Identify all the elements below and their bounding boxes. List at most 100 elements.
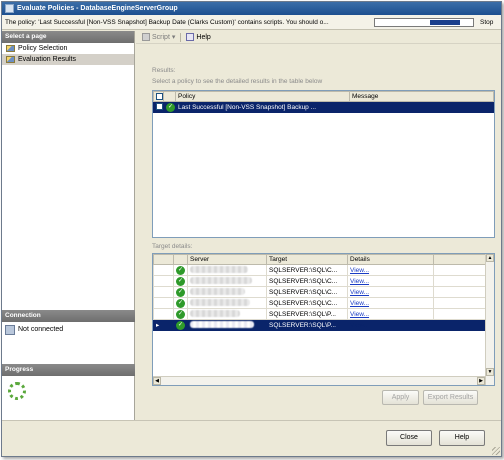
results-grid[interactable]: Policy Message ✓ Last Successful [Non-VS… xyxy=(152,90,495,238)
right-pane: Script ▾ Help Results: Select a policy t… xyxy=(136,31,501,420)
select-page-header: Select a page xyxy=(2,31,134,43)
chevron-down-icon: ▾ xyxy=(171,34,176,41)
scroll-right-icon[interactable]: ▶ xyxy=(477,377,485,385)
help-toolbar-button[interactable]: Help xyxy=(184,32,212,43)
redacted-server-name xyxy=(190,266,248,274)
target-cell: SQLSERVER:\SQL\P... xyxy=(266,319,348,331)
policy-column-header[interactable]: Policy xyxy=(175,91,350,102)
table-row[interactable]: ✓ SQLSERVER:\SQL\C... View... xyxy=(153,286,494,298)
dialog-button-bar: Close Help xyxy=(2,420,501,456)
stop-button[interactable]: Stop xyxy=(480,15,493,30)
details-column-header[interactable]: Details xyxy=(347,254,434,265)
progress-fill xyxy=(430,20,460,25)
target-details-label: Target details: xyxy=(152,243,193,250)
select-all-header[interactable] xyxy=(153,91,164,102)
view-details-link[interactable]: View... xyxy=(350,267,369,274)
target-column-header[interactable]: Target xyxy=(266,254,348,265)
horizontal-scrollbar[interactable]: ◀ ▶ xyxy=(153,376,485,385)
help-button[interactable]: Help xyxy=(439,430,485,446)
success-icon: ✓ xyxy=(166,102,175,112)
scroll-down-icon[interactable]: ▼ xyxy=(486,368,494,376)
table-row[interactable]: ✓ SQLSERVER:\SQL\C... View... xyxy=(153,297,494,309)
redacted-server-name xyxy=(190,277,252,285)
policy-cell: Last Successful [Non-VSS Snapshot] Backu… xyxy=(175,101,350,113)
details-cell[interactable]: View... xyxy=(347,308,434,320)
server-cell xyxy=(187,297,267,309)
view-details-link[interactable]: View... xyxy=(350,311,369,318)
redacted-server-name xyxy=(190,299,250,307)
server-cell xyxy=(187,308,267,320)
target-details-grid[interactable]: Server Target Details ✓ SQLSERVER:\SQL\C… xyxy=(152,253,495,386)
server-column-header[interactable]: Server xyxy=(187,254,267,265)
resize-grip-icon[interactable] xyxy=(492,447,500,455)
title-bar[interactable]: Evaluate Policies - DatabaseEngineServer… xyxy=(2,2,501,15)
details-cell[interactable]: View... xyxy=(347,297,434,309)
row-checkbox[interactable] xyxy=(156,103,163,111)
server-cell xyxy=(187,286,267,298)
redacted-server-name xyxy=(190,310,240,318)
table-row[interactable]: ✓ SQLSERVER:\SQL\P... View... xyxy=(153,308,494,320)
page-policy-selection[interactable]: Policy Selection xyxy=(2,43,134,54)
help-label: Help xyxy=(196,33,211,41)
view-details-link[interactable]: View... xyxy=(350,289,369,296)
apply-button[interactable]: Apply xyxy=(382,390,419,405)
page-evaluation-results[interactable]: Evaluation Results xyxy=(2,54,134,65)
details-cell[interactable]: View... xyxy=(347,319,434,331)
table-row[interactable]: ✓ SQLSERVER:\SQL\C... View... xyxy=(153,275,494,287)
message-column-header[interactable]: Message xyxy=(349,91,494,102)
server-cell xyxy=(187,264,267,276)
view-details-link[interactable]: View... xyxy=(350,300,369,307)
view-details-link[interactable]: View... xyxy=(350,278,369,285)
row-indicator-header xyxy=(153,254,174,265)
export-results-button[interactable]: Export Results xyxy=(423,390,478,405)
left-pane: Select a page Policy Selection Evaluatio… xyxy=(2,31,135,420)
row-checkbox-cell[interactable] xyxy=(153,101,164,113)
toolbar: Script ▾ Help xyxy=(136,31,501,44)
row-indicator: ▸ xyxy=(153,319,174,331)
results-header-row: Policy Message xyxy=(153,91,494,102)
scroll-up-icon[interactable]: ▲ xyxy=(486,254,494,262)
close-button[interactable]: Close xyxy=(386,430,432,446)
target-cell: SQLSERVER:\SQL\P... xyxy=(266,308,348,320)
success-icon: ✓ xyxy=(176,309,185,319)
success-icon: ✓ xyxy=(176,265,185,275)
redacted-server-name xyxy=(190,321,254,329)
progress-header: Progress xyxy=(2,364,135,376)
connection-status: Not connected xyxy=(18,326,64,333)
script-icon xyxy=(142,33,150,41)
page-label: Evaluation Results xyxy=(18,56,76,63)
connection-header: Connection xyxy=(2,310,135,322)
row-indicator xyxy=(153,308,174,320)
select-all-checkbox[interactable] xyxy=(156,92,163,100)
vertical-scrollbar[interactable]: ▲ ▼ xyxy=(485,254,494,385)
evaluate-policies-window: Evaluate Policies - DatabaseEngineServer… xyxy=(1,1,502,457)
details-cell[interactable]: View... xyxy=(347,286,434,298)
server-cell xyxy=(187,275,267,287)
page-icon xyxy=(6,45,15,52)
table-row[interactable]: ✓ SQLSERVER:\SQL\C... View... xyxy=(153,264,494,276)
message-cell xyxy=(349,101,494,113)
scroll-left-icon[interactable]: ◀ xyxy=(153,377,161,385)
help-icon xyxy=(186,33,195,41)
page-label: Policy Selection xyxy=(18,45,68,52)
row-indicator xyxy=(153,275,174,287)
row-indicator xyxy=(153,286,174,298)
results-hint: Select a policy to see the detailed resu… xyxy=(152,78,323,85)
progress-section: Progress xyxy=(2,364,135,400)
toolbar-separator xyxy=(180,32,182,42)
window-title: Evaluate Policies - DatabaseEngineServer… xyxy=(17,5,178,12)
script-label: Script xyxy=(152,33,170,41)
target-cell: SQLSERVER:\SQL\C... xyxy=(266,275,348,287)
view-details-link[interactable]: View... xyxy=(350,322,369,329)
connection-section: Connection Not connected xyxy=(2,310,135,338)
details-cell[interactable]: View... xyxy=(347,275,434,287)
target-cell: SQLSERVER:\SQL\C... xyxy=(266,264,348,276)
table-row[interactable]: ▸ ✓ SQLSERVER:\SQL\P... View... xyxy=(153,319,494,331)
table-row[interactable]: ✓ Last Successful [Non-VSS Snapshot] Bac… xyxy=(153,101,494,113)
row-indicator xyxy=(153,297,174,309)
target-cell: SQLSERVER:\SQL\C... xyxy=(266,297,348,309)
details-cell[interactable]: View... xyxy=(347,264,434,276)
script-button[interactable]: Script ▾ xyxy=(140,32,177,43)
target-header-row: Server Target Details xyxy=(153,254,494,265)
target-cell: SQLSERVER:\SQL\C... xyxy=(266,286,348,298)
